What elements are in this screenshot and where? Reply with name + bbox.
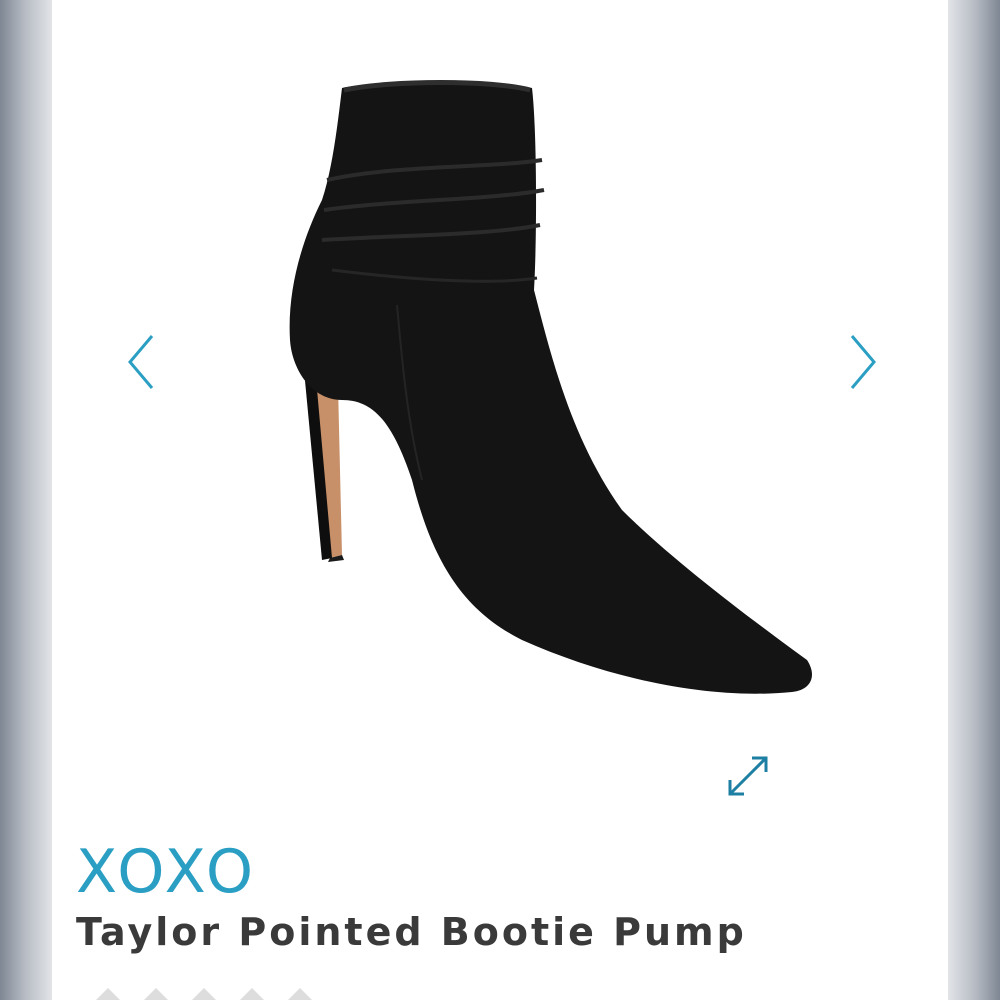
star-icon bbox=[240, 988, 264, 1000]
star-icon bbox=[144, 988, 168, 1000]
rating-stars[interactable] bbox=[88, 986, 320, 1000]
brand-name[interactable]: XOXO bbox=[76, 842, 257, 902]
chevron-left-icon[interactable] bbox=[122, 330, 162, 394]
expand-arrows-icon[interactable] bbox=[724, 752, 772, 800]
star-icon bbox=[288, 988, 312, 1000]
chevron-right-icon[interactable] bbox=[842, 330, 882, 394]
star-icon bbox=[192, 988, 216, 1000]
star-icon bbox=[96, 988, 120, 1000]
product-card: XOXO Taylor Pointed Bootie Pump bbox=[52, 0, 948, 1000]
product-image bbox=[289, 80, 812, 694]
product-title: Taylor Pointed Bootie Pump bbox=[76, 910, 747, 954]
